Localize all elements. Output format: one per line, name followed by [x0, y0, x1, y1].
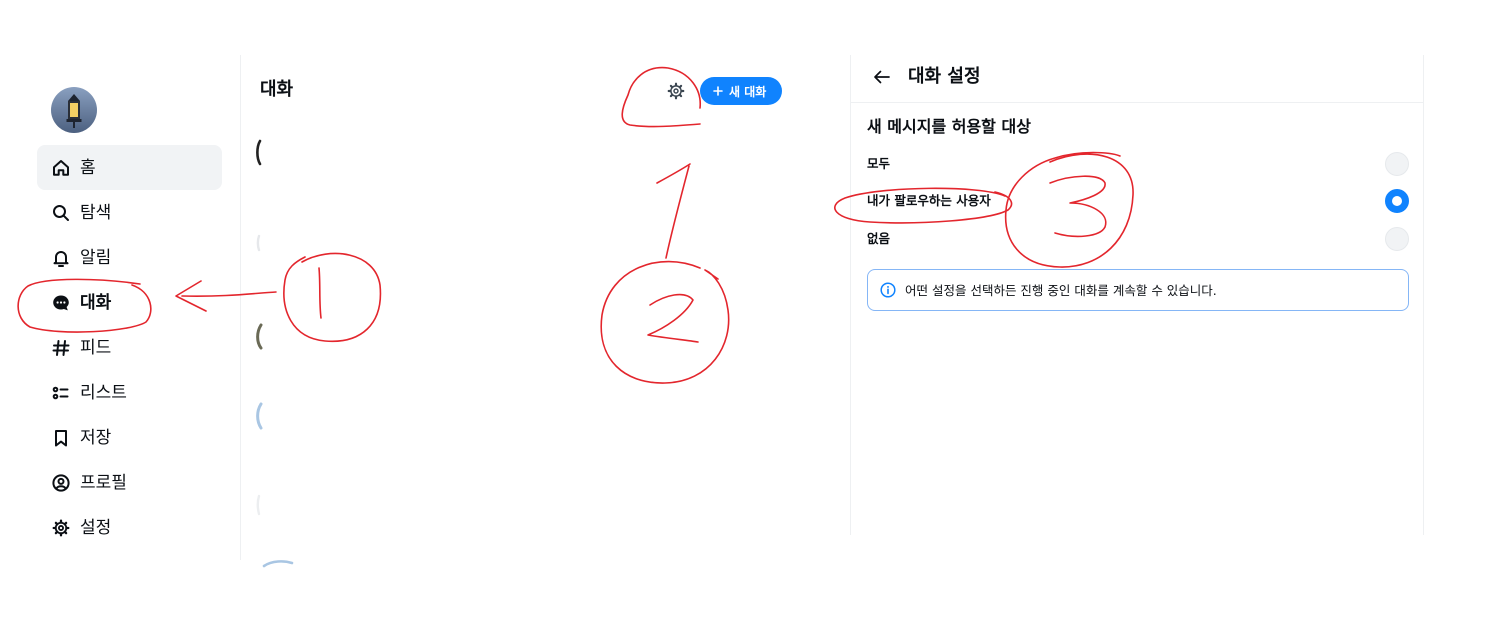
- sidebar-item-feeds[interactable]: 피드: [37, 325, 222, 370]
- bell-icon: [51, 248, 71, 268]
- sidebar-item-label: 프로필: [80, 472, 127, 493]
- back-button[interactable]: [872, 67, 892, 87]
- settings-icon: [51, 518, 71, 538]
- sidebar-item-profile[interactable]: 프로필: [37, 460, 222, 505]
- page-title: 대화: [260, 79, 294, 100]
- option-nobody[interactable]: 없음: [867, 224, 1409, 254]
- chat-settings-panel: 대화 설정 새 메시지를 허용할 대상 모두 내가 팔로우하는 사용자 없음 어…: [850, 55, 1424, 535]
- option-label: 내가 팔로우하는 사용자: [867, 193, 991, 208]
- panel-header: 대화 설정: [851, 55, 1423, 103]
- info-notice: 어떤 설정을 선택하든 진행 중인 대화를 계속할 수 있습니다.: [867, 269, 1409, 311]
- sidebar-item-label: 저장: [80, 427, 112, 448]
- panel-title: 대화 설정: [908, 66, 981, 87]
- annotation-numeral: [318, 267, 322, 319]
- annotation-numeral: [647, 293, 699, 343]
- profile-icon: [51, 473, 71, 493]
- column-divider: [240, 55, 241, 560]
- info-text: 어떤 설정을 선택하든 진행 중인 대화를 계속할 수 있습니다.: [905, 283, 1217, 298]
- list-icon: [51, 383, 71, 403]
- conversation-avatar-partial[interactable]: [256, 234, 261, 252]
- sidebar-item-label: 홈: [80, 157, 96, 178]
- conversation-list: [256, 139, 294, 568]
- sidebar-item-search[interactable]: 탐색: [37, 190, 222, 235]
- plus-icon: [713, 86, 723, 96]
- chat-settings-button[interactable]: [666, 81, 686, 101]
- sidebar-item-home[interactable]: 홈: [37, 145, 222, 190]
- conversation-avatar-partial[interactable]: [256, 323, 263, 350]
- arrow-left-icon: [874, 70, 890, 84]
- new-chat-label: 새 대화: [729, 84, 767, 99]
- hashtag-icon: [51, 338, 71, 358]
- sidebar-item-settings[interactable]: 설정: [37, 505, 222, 550]
- conversation-avatar-partial[interactable]: [262, 560, 294, 568]
- gear-icon: [667, 82, 685, 100]
- option-label: 없음: [867, 231, 891, 246]
- annotation-circle-2: [600, 260, 730, 384]
- radio-button[interactable]: [1385, 189, 1409, 213]
- conversation-avatar-partial[interactable]: [256, 139, 262, 166]
- bookmark-icon: [51, 428, 71, 448]
- sidebar-item-lists[interactable]: 리스트: [37, 370, 222, 415]
- sidebar-item-label: 탐색: [80, 202, 112, 223]
- sidebar-item-label: 피드: [80, 337, 112, 358]
- info-icon: [880, 282, 896, 298]
- sidebar-item-chat[interactable]: 대화: [37, 280, 222, 325]
- option-everyone[interactable]: 모두: [867, 149, 1409, 179]
- annotation-circle-gear: [621, 66, 701, 128]
- sidebar-item-label: 리스트: [80, 382, 127, 403]
- radio-button[interactable]: [1385, 227, 1409, 251]
- sidebar-item-saved[interactable]: 저장: [37, 415, 222, 460]
- sidebar-item-notifications[interactable]: 알림: [37, 235, 222, 280]
- conversation-avatar-partial[interactable]: [256, 402, 263, 430]
- sidebar-item-label: 대화: [80, 292, 112, 313]
- radio-button[interactable]: [1385, 152, 1409, 176]
- option-label: 모두: [867, 156, 891, 171]
- new-chat-button[interactable]: 새 대화: [700, 77, 782, 105]
- sidebar-item-label: 알림: [80, 247, 112, 268]
- search-icon: [51, 203, 71, 223]
- chat-icon: [51, 293, 71, 313]
- sidebar-item-label: 설정: [80, 517, 112, 538]
- home-icon: [51, 158, 71, 178]
- option-following[interactable]: 내가 팔로우하는 사용자: [867, 186, 1409, 216]
- annotation-arrow-up: [656, 163, 691, 259]
- allow-messages-heading: 새 메시지를 허용할 대상: [867, 117, 1031, 136]
- conversation-avatar-partial[interactable]: [256, 494, 261, 516]
- avatar[interactable]: [51, 87, 97, 133]
- sidebar-nav: 홈 탐색 알림 대화 피드 리스트 저장 프로필 설정: [37, 145, 222, 550]
